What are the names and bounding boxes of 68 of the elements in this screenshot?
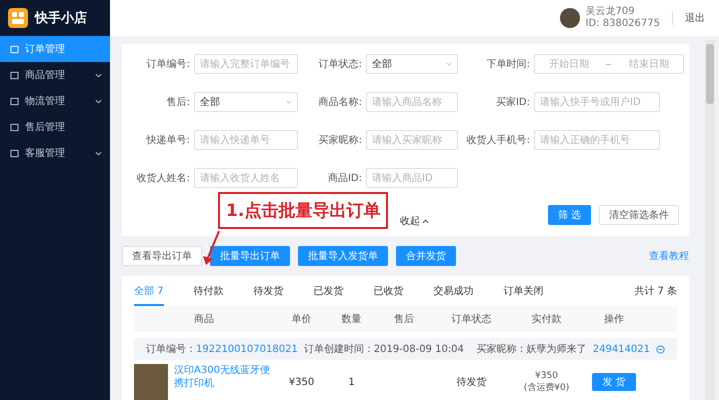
input-field[interactable]: 请输入快递单号 [194,130,298,150]
select-field[interactable]: 全部 [194,92,298,112]
select-field[interactable]: 全部 [366,54,458,74]
chevron-down-icon [446,62,452,66]
user-id: ID: 838026775 [586,18,660,30]
filter-label: 买家ID: [494,96,530,109]
sidebar-item[interactable]: 物流管理 [0,88,110,114]
filter-label: 订单状态: [318,58,362,71]
filter-label: 商品名称: [318,96,362,109]
filter-label: 收货人手机号: [466,134,530,147]
sidebar-item[interactable]: 商品管理 [0,62,110,88]
paid-amount: ¥350 [534,370,559,380]
filter-label: 买家昵称: [318,134,362,147]
unit-price: ¥350 [288,376,316,388]
quantity: 1 [347,376,356,388]
action-button[interactable]: 查看导出订单 [122,246,202,266]
menu-icon [10,122,19,132]
scrollbar[interactable] [705,40,715,400]
column-header: 单价 [290,312,312,326]
filter-label: 收货人姓名: [136,172,190,185]
avatar [560,8,580,28]
order-number: 订单编号：1922100107018021 [146,342,298,356]
filter-label: 快递单号: [145,134,190,147]
caret-up-icon [422,218,429,224]
annotation-arrow [202,230,222,266]
filter-label: 售后: [166,96,190,109]
chevron-down-icon [286,100,292,104]
filter-label: 下单时间: [486,58,530,71]
menu-icon [10,70,19,80]
logout-link[interactable]: 退出 [685,11,705,25]
filter-label: 商品ID: [326,172,362,185]
input-field[interactable]: 请输入快手号或用户ID [534,92,660,112]
column-header: 操作 [603,313,625,326]
input-field[interactable]: 请输入商品名称 [366,92,458,112]
photo-placeholder [134,364,168,400]
column-header: 数量 [340,313,362,326]
collapse-link[interactable]: 收起 [400,214,429,228]
input-field[interactable]: 请输入完整订单编号 [194,54,298,74]
total-count: 共计 7 条 [634,284,677,298]
column-header: 商品 [193,312,215,326]
status-tab[interactable]: 交易成功 [434,284,474,306]
shipping-fee: (含运费¥0) [522,382,570,394]
status-tab[interactable]: 订单关闭 [504,284,544,306]
menu-icon [10,148,19,158]
column-header: 售后 [393,312,415,326]
shop-logo-icon [8,8,28,28]
status-tab[interactable]: 已发货 [314,284,344,306]
input-field[interactable]: 请输入正确的手机号 [534,130,660,150]
sidebar-item[interactable]: 售后管理 [0,114,110,140]
user-name: 吴云龙709 [586,6,636,18]
input-field[interactable]: 请输入收货人姓名 [194,168,298,188]
input-field[interactable]: 请输入商品ID [366,168,458,188]
menu-icon [10,96,19,106]
column-header: 实付款 [530,312,562,326]
status-tab[interactable]: 已收货 [374,284,404,306]
menu-icon [10,44,19,54]
sidebar-item[interactable]: 客服管理 [0,140,110,166]
buyer-nickname: 买家昵称：妖孽为师来了 [476,342,587,356]
order-created-time: 订单创建时间：2019-08-09 10:04 [304,342,464,356]
status-tab[interactable]: 待发货 [254,284,284,306]
filter-label: 订单编号: [146,58,190,71]
input-field[interactable]: 请输入买家昵称 [366,130,458,150]
annotation-callout: 1.点击批量导出订单 [218,192,388,229]
app-name: 快手小店 [35,10,87,27]
column-header: 订单状态 [450,312,492,326]
order-status: 待发货 [456,376,488,389]
status-tab[interactable]: 待付款 [194,284,224,306]
clear-filters-button[interactable]: 清空筛选条件 [599,205,679,225]
